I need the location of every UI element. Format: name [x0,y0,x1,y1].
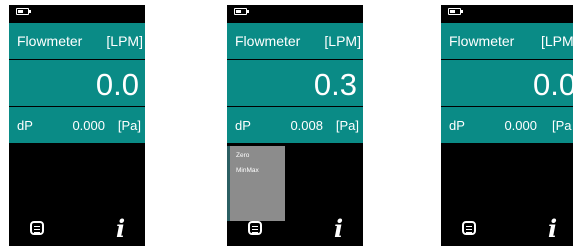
dp-label: dP [235,118,251,133]
dp-label: dP [17,118,33,133]
menu-item-zero[interactable]: Zero [236,152,249,159]
flow-unit: [LPM] [106,33,143,49]
dp-value: 0.000 [504,118,537,133]
dp-unit: [Pa] [117,118,141,133]
header-bar: Flowmeter [LPM] [227,23,363,59]
menu-icon[interactable] [248,221,262,235]
dp-panel: dP 0.008 [Pa] [227,107,363,143]
flow-value-panel: 0.3 [227,60,363,106]
app-title: Flowmeter [17,33,83,49]
flow-value: 0.3 [313,67,357,102]
header-bar: Flowmeter [LPM] [9,23,145,59]
menu-icon[interactable] [462,221,476,235]
app-title: Flowmeter [449,33,515,49]
app-title: Flowmeter [235,33,301,49]
dp-value: 0.008 [290,118,323,133]
flow-unit: [LPM [541,33,573,49]
info-icon[interactable]: i [548,214,557,243]
dp-unit: [Pa] [335,118,359,133]
info-icon[interactable]: i [116,214,125,243]
flow-unit: [LPM] [324,33,361,49]
info-icon[interactable]: i [334,214,343,243]
flow-value: 0.0 [533,67,573,102]
menu-item-minmax[interactable]: MinMax [236,167,259,174]
flow-value-panel: 0.0 [9,60,145,106]
dp-panel: dP 0.000 [Pa [441,107,573,143]
battery-icon [234,8,249,15]
device-screen-1: Flowmeter [LPM] 0.0 dP 0.000 [Pa] i [9,5,145,246]
dp-unit: [Pa [552,118,572,133]
battery-icon [16,8,31,15]
dp-label: dP [449,118,465,133]
header-bar: Flowmeter [LPM [441,23,573,59]
battery-level [450,10,455,13]
battery-level [18,10,23,13]
menu-icon[interactable] [30,221,44,235]
dp-value: 0.000 [72,118,105,133]
flow-value-panel: 0.0 [441,60,573,106]
flow-value: 0.0 [95,67,139,102]
device-screen-2: Flowmeter [LPM] 0.3 dP 0.008 [Pa] Zero M… [227,5,363,246]
context-menu: Zero MinMax [227,146,285,221]
battery-icon [448,8,463,15]
dp-panel: dP 0.000 [Pa] [9,107,145,143]
device-screen-3: Flowmeter [LPM 0.0 dP 0.000 [Pa i [441,5,573,246]
battery-level [236,10,241,13]
